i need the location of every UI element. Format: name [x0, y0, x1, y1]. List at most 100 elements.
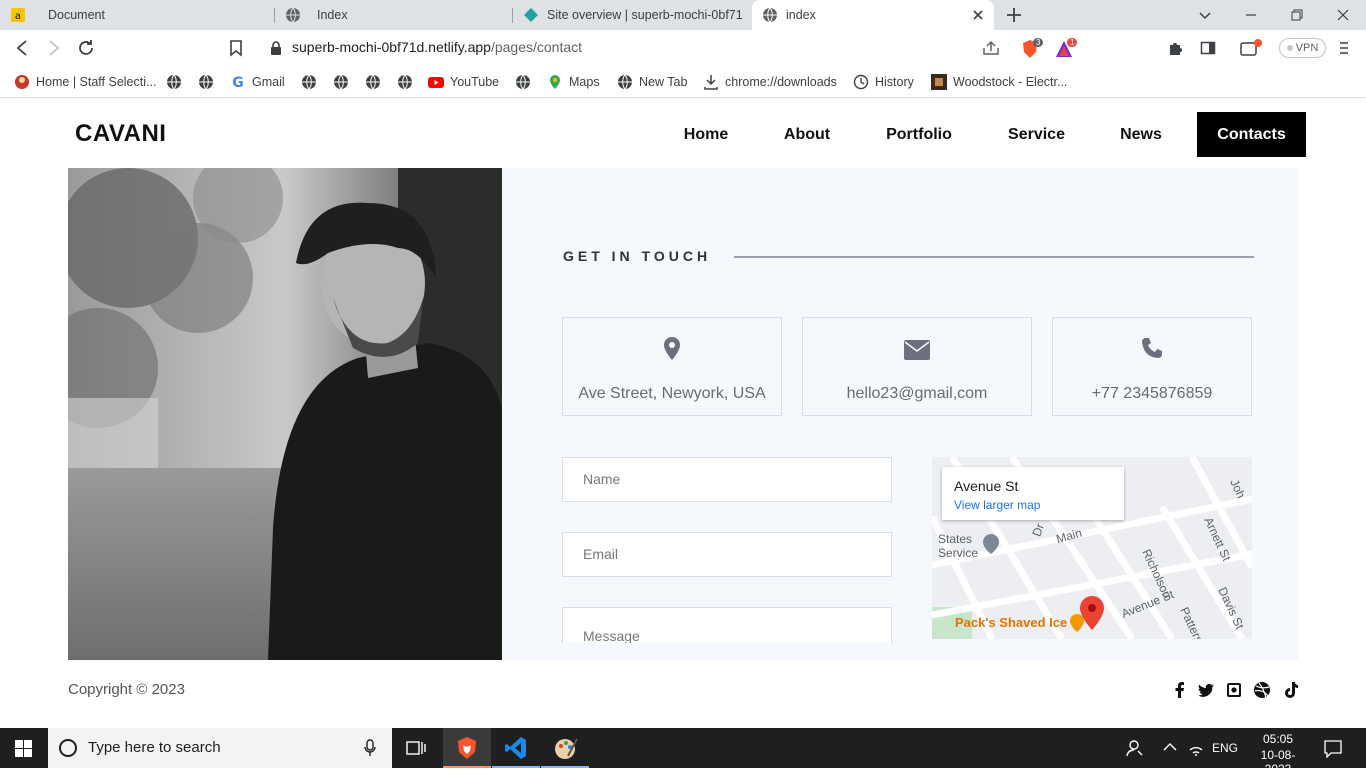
nav-portfolio[interactable]: Portfolio — [872, 112, 966, 157]
globe-icon[interactable] — [515, 74, 531, 90]
view-larger-map-link[interactable]: View larger map — [954, 498, 1040, 512]
history-icon — [853, 74, 869, 90]
brave-rewards-button[interactable]: 1 — [1055, 38, 1079, 60]
restore-icon — [1291, 9, 1303, 21]
task-view-icon[interactable] — [406, 739, 426, 757]
woodstock-logo-icon — [931, 74, 947, 90]
name-input[interactable]: Name — [562, 457, 892, 502]
map-label-service: States Service — [938, 532, 979, 560]
microphone-icon[interactable] — [364, 739, 376, 757]
minimize-button[interactable] — [1228, 0, 1274, 30]
nav-news[interactable]: News — [1107, 112, 1175, 157]
email-text: hello23@gmail,com — [846, 385, 988, 402]
twitter-icon[interactable] — [1197, 681, 1215, 699]
sidebar-icon[interactable] — [1200, 40, 1216, 56]
dribbble-icon[interactable] — [1253, 681, 1271, 699]
facebook-icon[interactable] — [1171, 681, 1189, 699]
tab-title: Site overview | superb-mochi-0bf71d — [547, 8, 743, 22]
clock[interactable]: 05:05 10-08-2023 — [1249, 728, 1307, 776]
tab-index-active[interactable]: index — [752, 0, 994, 30]
bookmark-gmail[interactable]: G Gmail — [230, 72, 285, 92]
bookmark-history[interactable]: History — [853, 72, 914, 92]
people-icon[interactable] — [1126, 739, 1144, 757]
chevron-up-icon[interactable] — [1163, 742, 1177, 752]
taskbar-paint[interactable] — [541, 728, 589, 768]
google-map[interactable]: States Service Main Dr Richolson Arnett … — [932, 457, 1252, 639]
bookmark-woodstock[interactable]: Woodstock - Electr... — [931, 72, 1067, 92]
bookmark-new-tab[interactable]: New Tab — [617, 72, 687, 92]
globe-icon[interactable] — [166, 74, 182, 90]
paint-icon — [555, 738, 578, 759]
bookmark-youtube[interactable]: YouTube — [428, 72, 499, 92]
email-input[interactable]: Email — [562, 532, 892, 577]
brave-shields-button[interactable]: 3 — [1021, 38, 1045, 60]
taskbar-search-placeholder: Type here to search — [88, 739, 221, 756]
netlify-icon — [524, 8, 538, 22]
globe-icon[interactable] — [397, 74, 413, 90]
share-icon[interactable] — [982, 40, 1000, 56]
globe-icon[interactable] — [365, 74, 381, 90]
phone-card: +77 2345876859 — [1052, 317, 1252, 416]
url-text[interactable]: superb-mochi-0bf71d.netlify.app/pages/co… — [292, 39, 582, 55]
vpn-button[interactable]: VPN — [1279, 38, 1326, 58]
nav-home[interactable]: Home — [669, 112, 743, 157]
tab-search-button[interactable] — [1182, 0, 1228, 30]
brave-icon — [458, 737, 476, 759]
tab-site-overview[interactable]: Site overview | superb-mochi-0bf71d — [513, 0, 751, 30]
instagram-icon[interactable] — [1225, 681, 1243, 699]
bookmark-icon[interactable] — [226, 38, 246, 58]
tab-index[interactable]: Index — [275, 0, 512, 30]
back-icon[interactable] — [12, 38, 32, 58]
amazon-icon: a — [11, 8, 25, 22]
bookmark-downloads[interactable]: chrome://downloads — [703, 72, 837, 92]
globe-icon[interactable] — [301, 74, 317, 90]
search-icon — [59, 739, 77, 757]
forward-icon[interactable] — [44, 38, 64, 58]
google-icon: G — [232, 75, 244, 90]
nav-about[interactable]: About — [770, 112, 844, 157]
bookmark-label: Woodstock - Electr... — [953, 75, 1068, 89]
tiktok-icon[interactable] — [1282, 681, 1300, 699]
bookmark-label: Gmail — [252, 75, 285, 89]
tab-title: Document — [48, 8, 105, 22]
get-in-touch-heading: GET IN TOUCH — [563, 248, 712, 264]
notification-icon[interactable] — [1324, 740, 1342, 758]
tab-document[interactable]: a Document — [0, 0, 273, 30]
close-tab-icon[interactable] — [970, 7, 986, 23]
wallet-icon[interactable] — [1240, 39, 1264, 57]
taskbar-vscode[interactable] — [492, 728, 540, 768]
menu-icon[interactable] — [1338, 40, 1350, 56]
site-logo[interactable]: CAVANI — [75, 120, 166, 148]
bookmark-maps[interactable]: Maps — [547, 72, 600, 92]
address-card: Ave Street, Newyork, USA — [562, 317, 782, 416]
extensions-puzzle-icon[interactable] — [1168, 40, 1184, 56]
wifi-icon[interactable] — [1188, 740, 1204, 756]
globe-icon — [763, 7, 777, 23]
globe-icon — [618, 74, 632, 90]
nav-contacts[interactable]: Contacts — [1197, 112, 1306, 157]
nav-service[interactable]: Service — [994, 112, 1079, 157]
map-poi-packs[interactable]: Pack's Shaved Ice — [955, 615, 1067, 630]
restore-button[interactable] — [1274, 0, 1320, 30]
language-indicator[interactable]: ENG — [1212, 728, 1238, 768]
message-textarea[interactable]: Message — [562, 607, 892, 643]
new-tab-icon[interactable] — [1004, 5, 1024, 25]
portrait-photo — [68, 168, 502, 660]
youtube-icon — [428, 77, 444, 88]
url-host: superb-mochi-0bf71d.netlify.app — [292, 39, 491, 55]
tab-title: Index — [317, 8, 348, 22]
map-info-card: Avenue St View larger map — [942, 467, 1124, 520]
taskbar-brave[interactable] — [443, 728, 491, 768]
reload-icon[interactable] — [76, 38, 96, 58]
heading-divider — [734, 256, 1254, 258]
vpn-label: VPN — [1295, 42, 1319, 54]
taskbar-search[interactable]: Type here to search — [48, 728, 392, 768]
bookmark-staff-selection[interactable]: Home | Staff Selecti... — [14, 72, 156, 92]
globe-icon[interactable] — [333, 74, 349, 90]
close-window-button[interactable] — [1320, 0, 1366, 30]
globe-icon[interactable] — [198, 74, 214, 90]
windows-start-icon[interactable] — [15, 740, 32, 757]
bookmark-label: YouTube — [450, 75, 500, 89]
globe-icon — [286, 7, 300, 23]
clock-time: 05:05 — [1262, 732, 1294, 746]
